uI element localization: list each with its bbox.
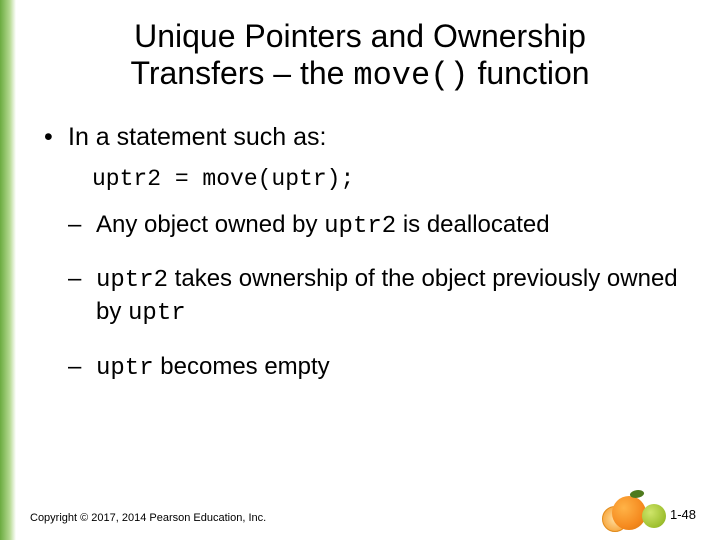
bullet-list: In a statement such as: (36, 123, 684, 152)
bullet-1-text: In a statement such as: (68, 123, 326, 151)
bullet-1: In a statement such as: (44, 123, 684, 152)
title-mono: move() (353, 57, 468, 94)
fruit-icon (600, 488, 670, 534)
sub2-mono2: uptr (128, 300, 186, 327)
sub-bullet-1: Any object owned by uptr2 is deallocated (68, 210, 684, 243)
sub-bullet-3: uptr becomes empty (68, 352, 684, 385)
slide-body: Unique Pointers and Ownership Transfers … (0, 0, 720, 540)
sub2-mono1: uptr2 (96, 267, 168, 294)
sub-bullet-2: uptr2 takes ownership of the object prev… (68, 264, 684, 329)
title-line1: Unique Pointers and Ownership (134, 18, 586, 54)
copyright-text: Copyright © 2017, 2014 Pearson Education… (30, 512, 266, 524)
sub1-mono: uptr2 (324, 213, 396, 240)
sub3-post: becomes empty (154, 353, 330, 380)
sub1-pre: Any object owned by (96, 211, 324, 238)
page-number: 1-48 (670, 507, 696, 522)
slide-title: Unique Pointers and Ownership Transfers … (56, 18, 664, 95)
sub1-post: is deallocated (396, 211, 549, 238)
sub3-mono: uptr (96, 355, 154, 382)
sub-bullet-list: Any object owned by uptr2 is deallocated… (68, 210, 684, 385)
code-example: uptr2 = move(uptr); (92, 166, 684, 192)
lime-icon (642, 504, 666, 528)
orange-icon (612, 496, 646, 530)
title-line2a: Transfers – the (130, 55, 353, 91)
title-line2b: function (469, 55, 590, 91)
